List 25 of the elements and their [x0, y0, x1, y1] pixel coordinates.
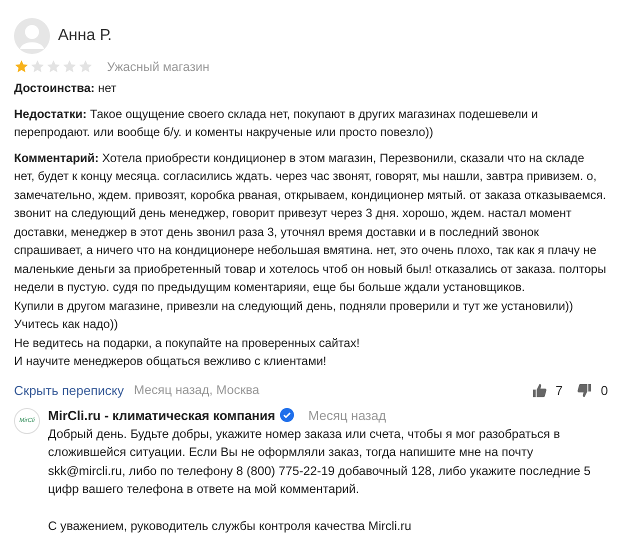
reply-text: Добрый день. Будьте добры, укажите номер заказа или счета, чтобы я мог разобраться в сложившейся ситуации. Если Вы не оформляли заказ, тогда напишите мне на почту skk@mircli.ru, либо по телефону 8 (800) 775-22-19 добавочный 128, либо укажите последние 5 цифр вашего телефона в ответе на мой комментарий.: [48, 426, 592, 498]
avatar-icon: [14, 18, 50, 54]
cons-text: Недостатки: Такое ощущение своего склада нет, покупают в других магазинах подешевели и перепродают. или вообще б/у. и коменты накрученые или просто повезло)): [14, 106, 539, 141]
pros-text: Достоинства: нет: [14, 80, 118, 97]
thumbs-down-icon: [576, 382, 592, 398]
comment-text: И научите менеджеров общаться вежливо с клиентами!: [14, 353, 328, 370]
review-title: Ужасный магазин: [107, 60, 210, 74]
reply-text: С уважением, руководитель службы контроля качества Mircli.ru: [48, 518, 412, 534]
star-icon: [46, 59, 61, 74]
review-meta: Месяц назад, Москва: [134, 383, 260, 397]
star-icon: [30, 59, 45, 74]
reply-date: Месяц назад: [308, 408, 386, 422]
star-icon: [14, 59, 29, 74]
comment-text: Учитесь как надо)): [14, 316, 119, 333]
dislike-button[interactable]: 0: [576, 382, 608, 398]
thumbs-up-icon: [532, 382, 547, 398]
comment-text: Купили в другом магазине, привезли на следующий день, подняли проверили и тут же установили)): [14, 298, 574, 314]
comment-text: Комментарий: Хотела приобрести кондиционер в этом магазин, Перезвонили, сказали что на складе нет, будет к концу месяца. согласились ждать. через час звонят, говорят, мы нашли, завтра привизем. о, замечательно, ждем. привозят, коробка рваная, открываем, кондиционер мятый. от заказа отказываемся. звонит на следующий день менеджер, говорит привезут через 3 дня. хорошо, ждем. настал момент доставки, менеджер в этот день звонил раза 3, уточнял время доставки и в последний звонок спрашивает, а ничего что на кондиционере небольшая вмятина. нет, это очень плохо, так как я плачу не маленькие деньги за приобретенный товар и хотелось чтоб он новый был! отказались от заказа. полторы недели в пустую. судя по предыдущим коментарияи, еще бы больше ждали установщиков.: [14, 150, 608, 296]
company-name: MirCli.ru - климатическая компания: [48, 408, 276, 422]
hide-thread-link[interactable]: Скрыть переписку: [14, 382, 124, 398]
comment-text: Не ведитесь на подарки, а покупайте на проверенных сайтах!: [14, 334, 361, 352]
star-icon: [62, 59, 77, 74]
star-icon: [78, 59, 93, 74]
author-name: Анна Р.: [58, 27, 112, 45]
like-button[interactable]: 7: [532, 382, 563, 398]
